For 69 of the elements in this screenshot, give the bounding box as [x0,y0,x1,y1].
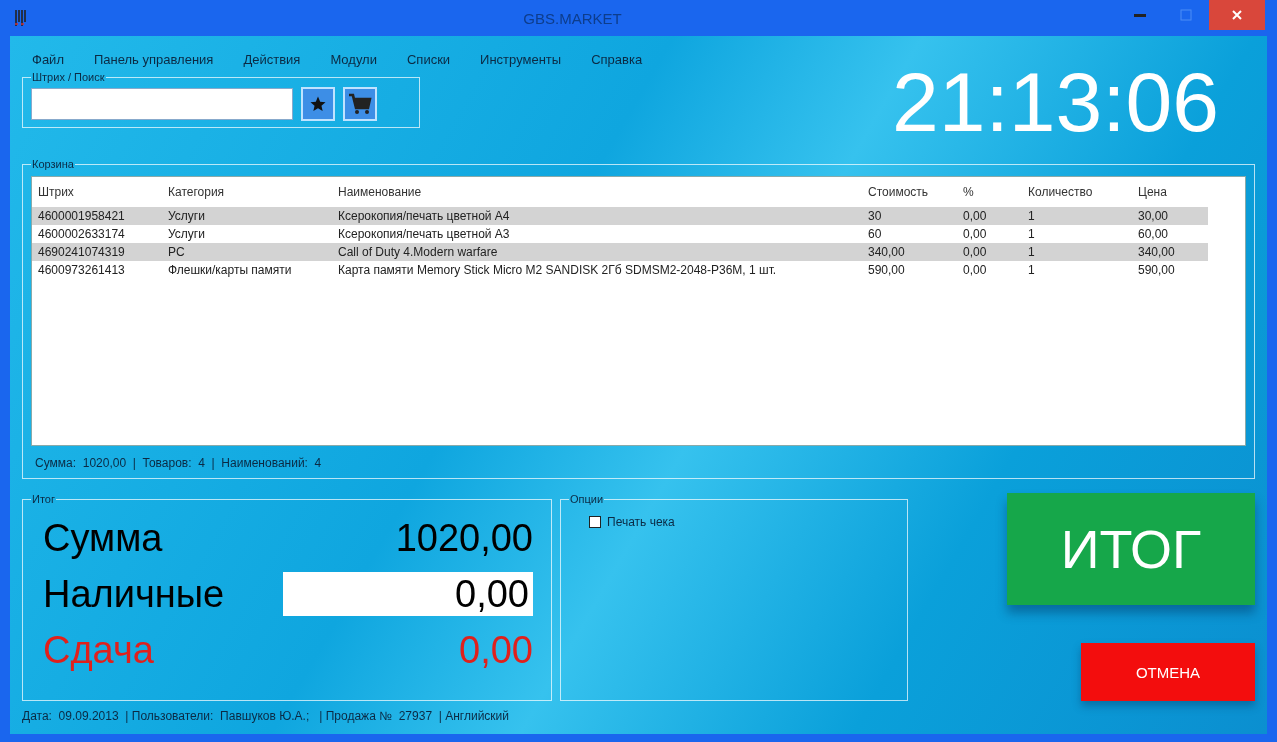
table-cell-text: 1 [1027,263,1036,277]
cart-button[interactable] [343,87,377,121]
column-header[interactable]: Категория [162,185,332,199]
table-cell-text: Call of Duty 4.Modern warfare [337,245,499,259]
app-icon [14,9,28,27]
menu-item[interactable]: Инструменты [480,52,562,67]
window-title: GBS.MARKET [522,9,623,27]
group-label: Итог [31,493,56,505]
column-header[interactable]: % [957,185,1022,199]
menu-item[interactable]: Действия [243,52,301,67]
column-header[interactable]: Количество [1022,185,1132,199]
column-header[interactable]: Стоимость [862,185,957,199]
table-cell-text: 1 [1027,227,1036,241]
checkbox[interactable] [589,516,601,528]
clock: 21:13:06 [892,54,1220,144]
table-cell-text: 590,00 [867,263,906,277]
search-field[interactable] [31,88,293,120]
table-cell-text: 0,00 [962,209,988,223]
table-cell-text: 30 [867,209,883,223]
column-header[interactable]: Штрих [32,185,162,199]
cart-icon [348,93,372,115]
total-label: Сумма [43,516,164,560]
total-value: 1020,00 [394,516,533,560]
table-cell-text: 60,00 [1137,227,1170,241]
total-value: 0,00 [458,628,533,672]
table-cell-text: 0,00 [962,263,988,277]
group-label: Штрих / Поиск [31,71,106,83]
table-cell-text: 0,00 [962,227,988,241]
table-cell-text: Ксерокопия/печать цветной А3 [337,227,511,241]
close-icon [1232,10,1242,20]
table-cell-text: 4600001958421 [37,209,126,223]
table-cell-text: 60 [867,227,883,241]
table-cell-text: Карта памяти Memory Stick Micro M2 SANDISK 2Гб SDMSM2-2048-P36M, 1 шт. [337,263,778,277]
table-cell-text: 4690241074319 [37,245,126,259]
table-cell-text: 1 [1027,245,1036,259]
table-cell-text: PC [167,245,186,259]
group-label: Опции [569,493,605,505]
cash-field[interactable]: 0,00 [283,572,533,616]
star-icon [309,95,327,113]
menu-item[interactable]: Файл [32,52,64,67]
total-label: Сдача [43,628,155,672]
status-text: Дата: 09.09.2013 | Пользователи: Павшуков Ю.А.; | Продажа № 27937 | Английский [22,708,509,723]
table-cell-text: Флешки/карты памяти [167,263,293,277]
favorites-button[interactable] [301,87,335,121]
checkbox-label[interactable]: Печать чека [607,515,675,529]
basket-summary: Сумма: 1020,00 | Товаров: 4 | Наименований: 4 [34,455,323,472]
table-cell-text: 340,00 [867,245,906,259]
table-cell-text: 590,00 [1137,263,1176,277]
table-cell-text: 4600973261413 [37,263,126,277]
group-label: Корзина [31,158,75,170]
menu-item[interactable]: Панель управления [93,52,214,67]
column-header[interactable]: Цена [1132,185,1207,199]
table-cell-text: 30,00 [1137,209,1170,223]
table-cell-text: Ксерокопия/печать цветной А4 [337,209,511,223]
menu-item[interactable]: Модули [330,52,377,67]
total-label: Наличные [43,572,226,616]
table-cell-text: Услуги [167,209,206,223]
cancel-button[interactable]: ОТМЕНА [1081,643,1255,701]
menu-item[interactable]: Справка [591,52,643,67]
table-cell-text: 340,00 [1137,245,1176,259]
table-cell-text: Услуги [167,227,206,241]
table-cell-text: 4600002633174 [37,227,126,241]
menu-item[interactable]: Списки [406,52,451,67]
column-header[interactable]: Наименование [332,185,862,199]
minimize-icon [1134,13,1146,17]
close-button[interactable] [1209,0,1265,30]
table-cell-text: 0,00 [962,245,988,259]
maximize-icon [1180,9,1192,21]
table-cell-text: 1 [1027,209,1036,223]
